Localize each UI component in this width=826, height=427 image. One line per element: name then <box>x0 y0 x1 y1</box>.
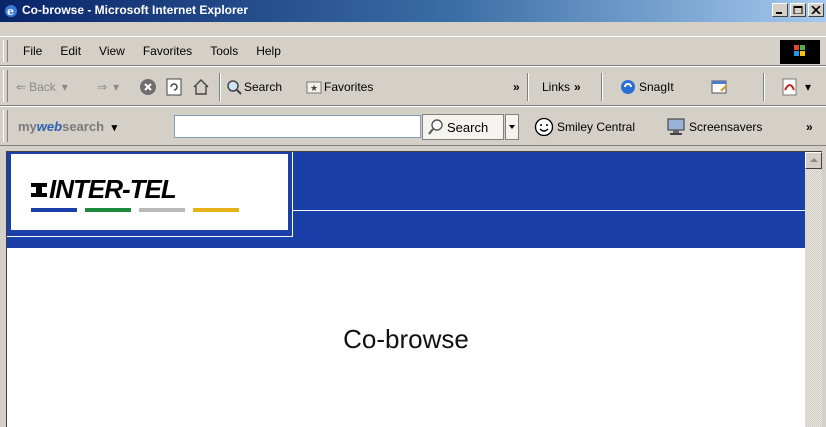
pdf-icon <box>782 78 797 96</box>
overflow-chevron-icon: » <box>513 80 520 94</box>
banner-divider <box>292 152 293 236</box>
snagit-button[interactable]: SnagIt <box>620 67 674 107</box>
home-button[interactable] <box>192 67 210 107</box>
menu-help[interactable]: Help <box>247 44 290 58</box>
search-input[interactable] <box>174 115 421 138</box>
ie-icon: e <box>3 3 19 19</box>
intertel-logo-box: INTER-TEL <box>11 154 288 230</box>
logo-dropdown-icon[interactable]: ▾ <box>112 122 118 134</box>
search-dropdown-button[interactable] <box>505 114 519 140</box>
menu-view[interactable]: View <box>90 44 134 58</box>
logo-line-gray <box>139 208 185 212</box>
logo-line-yellow <box>193 208 239 212</box>
edit-window-icon <box>711 80 728 94</box>
logo-line-green <box>85 208 131 212</box>
snagit-label: SnagIt <box>639 80 674 94</box>
magnifier-icon <box>227 80 242 95</box>
forward-dropdown-icon[interactable]: ▾ <box>113 80 119 94</box>
monitor-icon <box>667 118 685 135</box>
page-title: Co-browse <box>343 324 469 354</box>
snagit-edit-button[interactable] <box>711 67 729 107</box>
menu-bar: File Edit View Favorites Tools Help <box>0 36 826 66</box>
menu-favorites[interactable]: Favorites <box>134 44 201 58</box>
logo-web: web <box>36 119 63 134</box>
links-overflow-icon: » <box>574 80 581 94</box>
menu-file[interactable]: File <box>14 44 51 58</box>
banner-divider <box>292 210 805 211</box>
svg-text:e: e <box>7 5 14 18</box>
links-button[interactable]: Links » <box>542 67 581 107</box>
searchbar-grip[interactable] <box>3 110 8 142</box>
favorites-button[interactable]: ★ Favorites <box>306 67 373 107</box>
back-button[interactable]: ⇐ Back ▾ <box>16 67 68 107</box>
toolbar-overflow-button[interactable]: » <box>513 67 520 107</box>
smiley-central-label: Smiley Central <box>557 120 636 134</box>
title-bar: e Co-browse - Microsoft Internet Explore… <box>0 0 826 22</box>
forward-button[interactable]: ⇒ ▾ <box>97 67 119 107</box>
links-label: Links <box>542 80 571 94</box>
screensavers-button[interactable]: Screensavers <box>666 107 762 147</box>
home-icon <box>193 79 209 95</box>
logo-prefix: my <box>18 119 37 134</box>
favorites-label: Favorites <box>324 80 374 94</box>
page-banner: INTER-TEL <box>7 152 805 248</box>
searchbar-overflow-icon: » <box>806 120 813 134</box>
intertel-logo-text: INTER-TEL <box>49 174 177 204</box>
banner-divider <box>7 236 293 237</box>
standard-toolbar: ⇐ Back ▾ ⇒ ▾ Search ★ Favorites » Links … <box>0 66 826 106</box>
minimize-button[interactable] <box>772 3 788 17</box>
back-arrow-icon: ⇐ <box>16 80 27 94</box>
refresh-button[interactable] <box>165 67 183 107</box>
search-button-label: Search <box>447 119 489 135</box>
toolbar-separator <box>601 73 603 101</box>
forward-arrow-icon: ⇒ <box>97 80 108 94</box>
searchbar-overflow-button[interactable]: » <box>806 107 813 147</box>
toolbar-separator <box>527 73 529 101</box>
stop-button[interactable] <box>139 67 157 107</box>
pdf-dropdown-icon[interactable]: ▾ <box>805 80 811 94</box>
menubar-grip[interactable] <box>3 40 8 62</box>
logo-line-blue <box>31 208 77 212</box>
smiley-icon <box>534 117 554 137</box>
toolbar-grip[interactable] <box>3 70 8 102</box>
intertel-logo-mark-icon <box>31 183 47 197</box>
back-dropdown-icon[interactable]: ▾ <box>62 80 68 94</box>
window-title: Co-browse - Microsoft Internet Explorer <box>22 3 249 17</box>
screensavers-label: Screensavers <box>689 120 763 134</box>
windows-logo <box>780 40 820 64</box>
logo-color-lines <box>31 208 239 212</box>
svg-text:★: ★ <box>310 83 318 93</box>
close-button[interactable] <box>808 3 824 17</box>
search-button[interactable]: Search <box>226 67 282 107</box>
search-label: Search <box>244 80 283 94</box>
refresh-icon <box>166 78 182 96</box>
mywebsearch-toolbar: mywebsearch ▾ Search Smiley Central Scre… <box>0 106 826 146</box>
vertical-scrollbar[interactable] <box>805 152 822 427</box>
pdf-button[interactable]: ▾ <box>781 67 811 107</box>
intertel-logo: INTER-TEL <box>29 174 177 205</box>
scroll-up-button[interactable] <box>805 152 822 169</box>
toolbar-separator <box>763 73 765 101</box>
mywebsearch-search-button[interactable]: Search <box>422 114 504 140</box>
smiley-central-button[interactable]: Smiley Central <box>534 107 635 147</box>
magnifier-icon <box>428 119 443 135</box>
maximize-button[interactable] <box>790 3 806 17</box>
web-content: INTER-TEL Co-browse <box>7 152 805 427</box>
back-label: Back <box>29 80 56 94</box>
toolbar-separator <box>219 73 221 101</box>
favorites-icon: ★ <box>306 81 322 94</box>
mywebsearch-logo[interactable]: mywebsearch ▾ <box>18 119 117 134</box>
menu-tools[interactable]: Tools <box>201 44 247 58</box>
logo-suffix: search <box>62 119 105 134</box>
snagit-icon <box>621 80 635 94</box>
menu-edit[interactable]: Edit <box>51 44 90 58</box>
stop-icon <box>140 79 156 95</box>
